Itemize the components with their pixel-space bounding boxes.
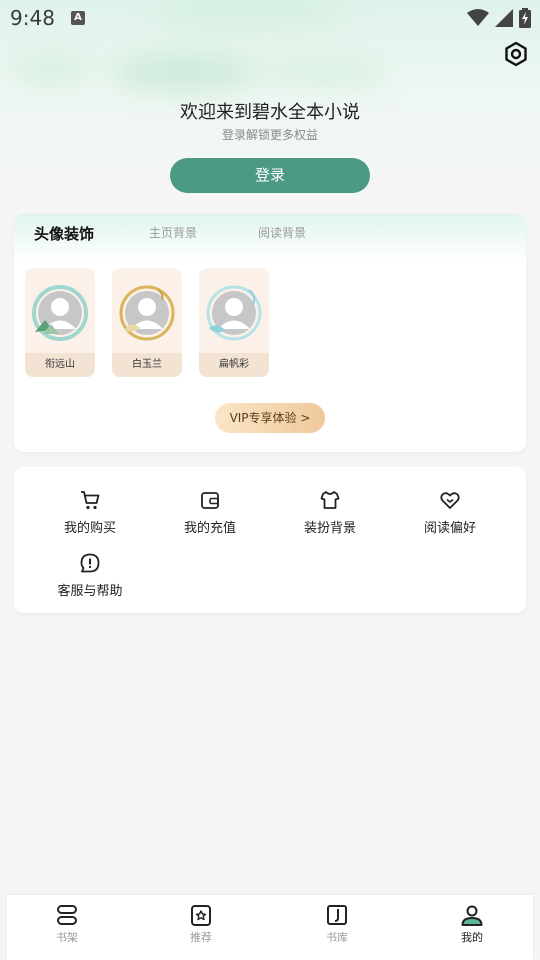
- tab-avatar-decoration[interactable]: 头像装饰: [34, 223, 94, 244]
- battery-icon: [519, 8, 531, 28]
- wifi-icon: [467, 9, 489, 26]
- customer-service-label: 客服与帮助: [57, 584, 123, 599]
- nav-bookshelf[interactable]: 书架: [37, 903, 97, 945]
- header-decoration: [260, 60, 390, 86]
- nav-profile-label: 我的: [461, 931, 483, 944]
- avatar-frame-item[interactable]: 白玉兰: [112, 268, 182, 377]
- my-recharge-button[interactable]: 我的充值: [155, 489, 265, 536]
- status-time: 9:48: [10, 6, 55, 30]
- my-purchases-label: 我的购买: [63, 521, 116, 536]
- my-recharge-label: 我的充值: [183, 521, 236, 536]
- reading-preference-label: 阅读偏好: [423, 521, 476, 536]
- dress-up-background-label: 装扮背景: [303, 521, 356, 536]
- nav-recommend[interactable]: 推荐: [171, 903, 231, 945]
- status-icons: [467, 8, 531, 28]
- bottom-nav: 书架 推荐 书库 我的: [7, 895, 533, 960]
- tab-reading-background[interactable]: 阅读背景: [258, 224, 306, 241]
- wallet-icon: [201, 492, 219, 509]
- avatar-frame-label: 白玉兰: [112, 353, 182, 377]
- avatar-frame-icon: [32, 285, 88, 341]
- signal-icon: [495, 9, 513, 27]
- help-icon: [80, 553, 100, 573]
- nav-library[interactable]: 书库: [307, 903, 367, 945]
- dress-up-background-button[interactable]: 装扮背景: [275, 489, 385, 536]
- reading-preference-button[interactable]: 阅读偏好: [395, 489, 505, 536]
- settings-icon[interactable]: [502, 40, 530, 68]
- header-decoration: [10, 58, 90, 84]
- decoration-card: 头像装饰 主页背景 阅读背景 衔远山 白玉兰 扁帆彩 VIP专享体验 >: [14, 214, 526, 452]
- nav-library-label: 书库: [326, 931, 348, 944]
- welcome-subtitle: 登录解锁更多权益: [221, 128, 318, 142]
- avatar-frame-label: 扁帆彩: [199, 353, 269, 377]
- recommend-icon: [191, 905, 211, 926]
- nav-profile[interactable]: 我的: [442, 903, 502, 945]
- header-decoration: [110, 55, 260, 91]
- customer-service-button[interactable]: 客服与帮助: [35, 552, 145, 599]
- tab-homepage-background[interactable]: 主页背景: [149, 224, 197, 241]
- avatar-frame-item[interactable]: 衔远山: [25, 268, 95, 377]
- profile-icon: [461, 905, 483, 926]
- vip-trial-button[interactable]: VIP专享体验 >: [215, 403, 325, 433]
- avatar-frame-icon: [119, 285, 175, 341]
- shirt-icon: [320, 491, 340, 509]
- welcome-title: 欢迎来到碧水全本小说: [180, 102, 360, 123]
- nav-recommend-label: 推荐: [190, 931, 212, 944]
- heart-icon: [440, 492, 460, 509]
- nav-bookshelf-label: 书架: [56, 931, 78, 944]
- avatar-frame-item[interactable]: 扁帆彩: [199, 268, 269, 377]
- bookshelf-icon: [57, 905, 77, 925]
- avatar-frame-label: 衔远山: [25, 353, 95, 377]
- status-bar: 9:48 A: [0, 0, 540, 36]
- library-icon: [327, 905, 347, 925]
- cart-icon: [81, 491, 100, 510]
- notification-icon: A: [71, 11, 85, 25]
- login-button[interactable]: 登录: [170, 158, 370, 193]
- my-purchases-button[interactable]: 我的购买: [35, 489, 145, 536]
- function-card: 我的购买 我的充值 装扮背景 阅读偏好 客服与帮助: [14, 467, 526, 613]
- avatar-frame-icon: [206, 285, 262, 341]
